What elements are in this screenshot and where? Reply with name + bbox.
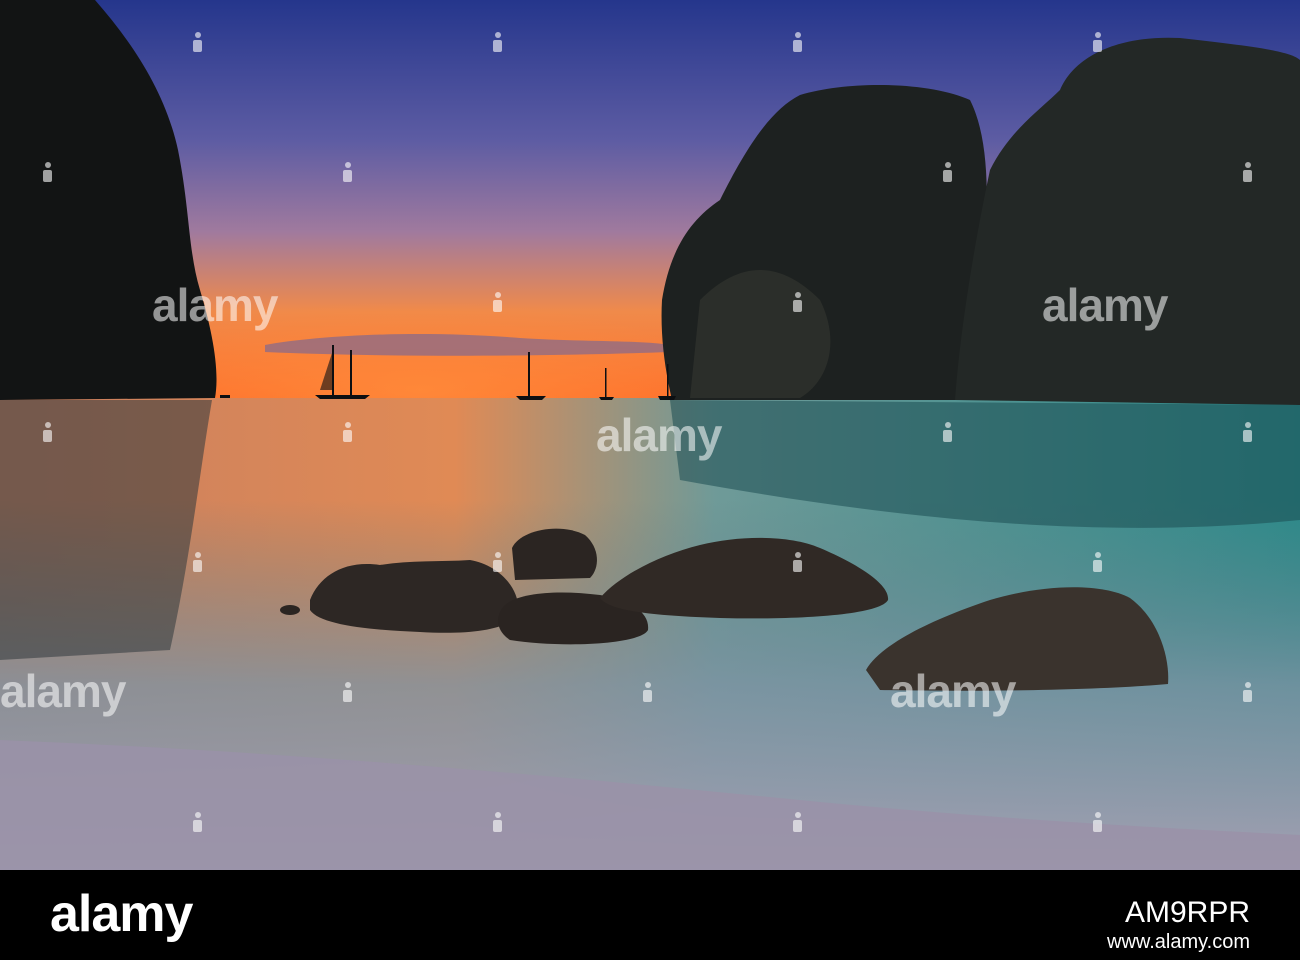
watermark-mark-icon [342, 682, 353, 702]
watermark-mark-icon [42, 162, 53, 182]
watermark-mark-icon [792, 292, 803, 312]
stock-photo-viewer: alamy alamy alamy alamy alamy alamy AM9R… [0, 0, 1300, 960]
watermark-mark-icon [1092, 32, 1103, 52]
watermark-mark-icon [642, 682, 653, 702]
watermark-mark-icon [1242, 422, 1253, 442]
rock-left [310, 560, 519, 633]
watermark-mark-icon [792, 812, 803, 832]
footer-bar: alamy AM9RPR www.alamy.com [0, 870, 1300, 960]
alamy-logo: alamy [50, 885, 193, 943]
watermark-mark-icon [492, 552, 503, 572]
watermark-text: alamy [596, 409, 722, 461]
watermark-mark-icon [492, 32, 503, 52]
distant-boat [220, 395, 230, 398]
pebble [280, 605, 300, 615]
watermark-mark-icon [342, 162, 353, 182]
watermark-mark-icon [792, 552, 803, 572]
watermark-mark-icon [942, 422, 953, 442]
watermark-text: alamy [152, 279, 278, 331]
watermark-mark-icon [792, 32, 803, 52]
watermark-mark-icon [1092, 812, 1103, 832]
watermark-text: alamy [890, 665, 1016, 717]
watermark-mark-icon [42, 422, 53, 442]
watermark-mark-icon [1242, 162, 1253, 182]
watermark-mark-icon [942, 162, 953, 182]
watermark-mark-icon [192, 32, 203, 52]
site-url: www.alamy.com [1107, 931, 1250, 953]
watermark-mark-icon [1092, 552, 1103, 572]
rock-top-center [512, 528, 597, 580]
watermark-mark-icon [492, 812, 503, 832]
watermark-text: alamy [1042, 279, 1168, 331]
watermark-mark-icon [492, 292, 503, 312]
watermark-mark-icon [192, 812, 203, 832]
watermark-text: alamy [0, 665, 126, 717]
image-id: AM9RPR [1124, 896, 1250, 929]
watermark-mark-icon [192, 552, 203, 572]
watermark-mark-icon [342, 422, 353, 442]
watermark-mark-icon [1242, 682, 1253, 702]
